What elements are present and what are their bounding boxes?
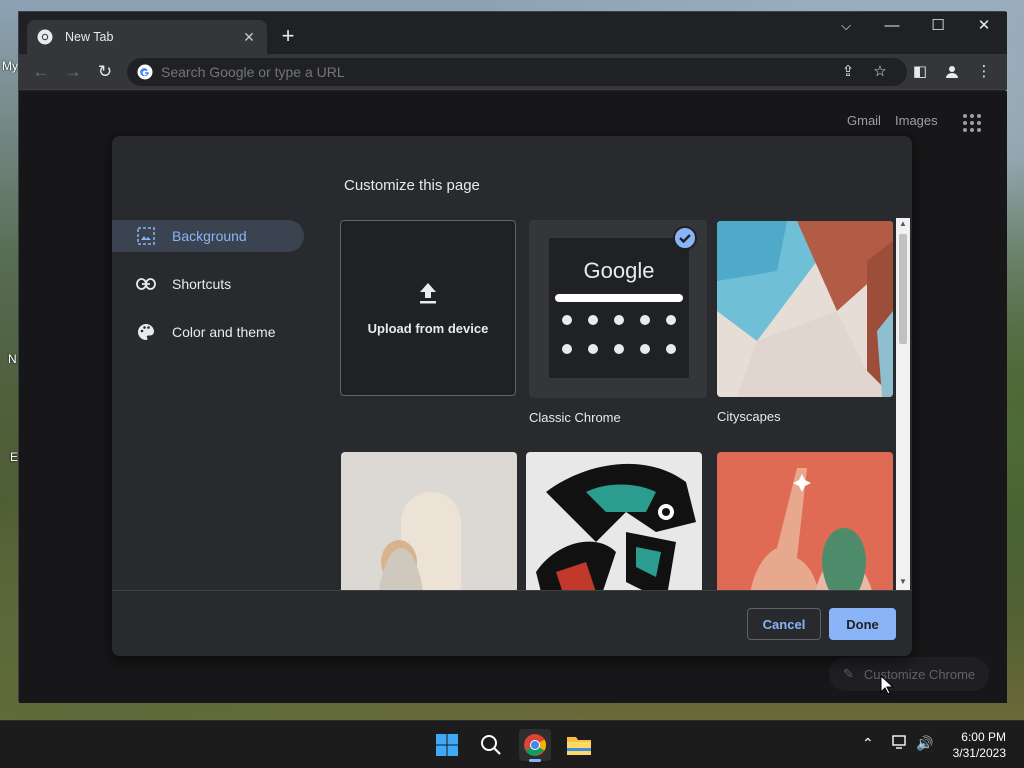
search-bar-preview <box>555 294 683 302</box>
scroll-down-icon[interactable]: ▼ <box>896 576 910 588</box>
share-icon[interactable]: ⇪ <box>836 60 860 84</box>
menu-item-shortcuts[interactable]: Shortcuts <box>112 268 304 300</box>
browser-toolbar: ← → ↻ ⇪ ☆ ◧ ⋮ <box>19 54 1007 90</box>
illustration-image <box>717 452 893 590</box>
maximize-button[interactable]: ☐ <box>915 12 961 40</box>
kebab-menu-icon[interactable]: ⋮ <box>972 60 996 84</box>
google-logo-text: Google <box>583 258 655 283</box>
network-icon[interactable] <box>892 735 908 752</box>
tab-close-icon[interactable]: ✕ <box>241 29 257 46</box>
clock-date: 3/31/2023 <box>952 746 1006 760</box>
new-tab-button[interactable]: + <box>275 24 301 50</box>
forward-button[interactable]: → <box>61 60 85 84</box>
upload-icon <box>420 282 436 303</box>
pencil-icon: ✎ <box>843 666 854 681</box>
tab-new-tab[interactable]: New Tab ✕ <box>27 20 267 54</box>
classic-preview: Google <box>549 238 689 378</box>
taskbar: ⌃ 🔊 6:00 PM 3/31/2023 <box>0 720 1024 768</box>
tab-title: New Tab <box>65 30 114 44</box>
cityscapes-label: Cityscapes <box>717 409 781 424</box>
classic-chrome-label: Classic Chrome <box>529 410 621 425</box>
cityscapes-tile[interactable] <box>717 221 893 397</box>
folder-icon <box>567 737 591 755</box>
art-tile-1[interactable] <box>341 452 517 590</box>
omnibox-input[interactable] <box>161 64 801 80</box>
gmail-link[interactable]: Gmail <box>847 113 881 128</box>
background-grid: Upload from device Google Classic Chrome <box>340 220 912 590</box>
back-button[interactable]: ← <box>29 60 53 84</box>
sculpture-image <box>341 452 517 590</box>
menu-item-background[interactable]: Background <box>112 220 304 252</box>
google-apps-icon[interactable] <box>962 113 982 133</box>
clock-time: 6:00 PM <box>961 730 1006 744</box>
bookmark-star-icon[interactable]: ☆ <box>868 60 892 84</box>
palette-icon <box>136 322 156 342</box>
close-window-button[interactable]: ✕ <box>961 12 1007 40</box>
desktop-icon-label[interactable]: My <box>2 59 18 73</box>
done-button[interactable]: Done <box>829 608 896 640</box>
scroll-up-icon[interactable]: ▲ <box>896 218 910 230</box>
grid-scrollbar[interactable]: ▲ ▼ <box>896 218 910 590</box>
shortcut-dots <box>562 315 676 354</box>
dialog-divider <box>112 590 912 591</box>
classic-chrome-tile[interactable]: Google <box>529 220 707 398</box>
volume-icon[interactable]: 🔊 <box>916 735 933 752</box>
chrome-favicon-icon <box>37 29 53 45</box>
reload-button[interactable]: ↻ <box>93 60 117 84</box>
dialog-title: Customize this page <box>344 177 480 194</box>
windows-logo-icon <box>436 734 458 756</box>
search-icon <box>481 735 501 755</box>
selected-check-icon <box>673 226 697 250</box>
desktop-icon-label[interactable]: E <box>10 450 18 464</box>
upload-tile[interactable]: Upload from device <box>340 220 516 396</box>
scroll-thumb[interactable] <box>899 234 907 344</box>
menu-item-color-theme[interactable]: Color and theme <box>112 316 304 348</box>
image-icon <box>136 226 156 246</box>
omnibox[interactable] <box>127 58 907 86</box>
art-tile-2[interactable] <box>526 452 702 590</box>
google-g-icon <box>137 64 153 80</box>
link-icon <box>136 274 156 294</box>
menu-item-label: Background <box>172 228 247 244</box>
upload-label: Upload from device <box>367 320 489 336</box>
taskbar-file-explorer[interactable] <box>563 729 595 761</box>
formline-art-image <box>526 452 702 590</box>
show-hidden-icons-icon[interactable]: ⌃ <box>862 735 874 752</box>
customize-dialog: Customize this page Background Shortcuts… <box>112 136 912 656</box>
taskbar-chrome[interactable] <box>519 729 551 762</box>
profile-icon[interactable] <box>940 60 964 84</box>
side-panel-icon[interactable]: ◧ <box>908 60 932 84</box>
clock[interactable]: 6:00 PM 3/31/2023 <box>953 729 1006 761</box>
minimize-button[interactable]: — <box>869 12 915 40</box>
menu-item-label: Shortcuts <box>172 276 232 292</box>
cityscapes-image <box>717 221 893 397</box>
tab-search-icon[interactable]: ⌵ <box>823 12 869 40</box>
desktop-icon-label[interactable]: N <box>8 352 17 366</box>
title-bar: New Tab ✕ + ⌵ — ☐ ✕ <box>19 12 1007 54</box>
cancel-button[interactable]: Cancel <box>747 608 821 640</box>
active-app-indicator <box>529 759 541 762</box>
chrome-icon <box>524 734 546 756</box>
start-button[interactable] <box>431 729 463 761</box>
mouse-cursor-icon <box>880 675 894 695</box>
art-tile-3[interactable] <box>717 452 893 590</box>
images-link[interactable]: Images <box>895 113 938 128</box>
menu-item-label: Color and theme <box>172 324 276 340</box>
search-button[interactable] <box>475 729 507 761</box>
customize-chrome-button[interactable]: ✎ Customize Chrome <box>829 657 989 691</box>
